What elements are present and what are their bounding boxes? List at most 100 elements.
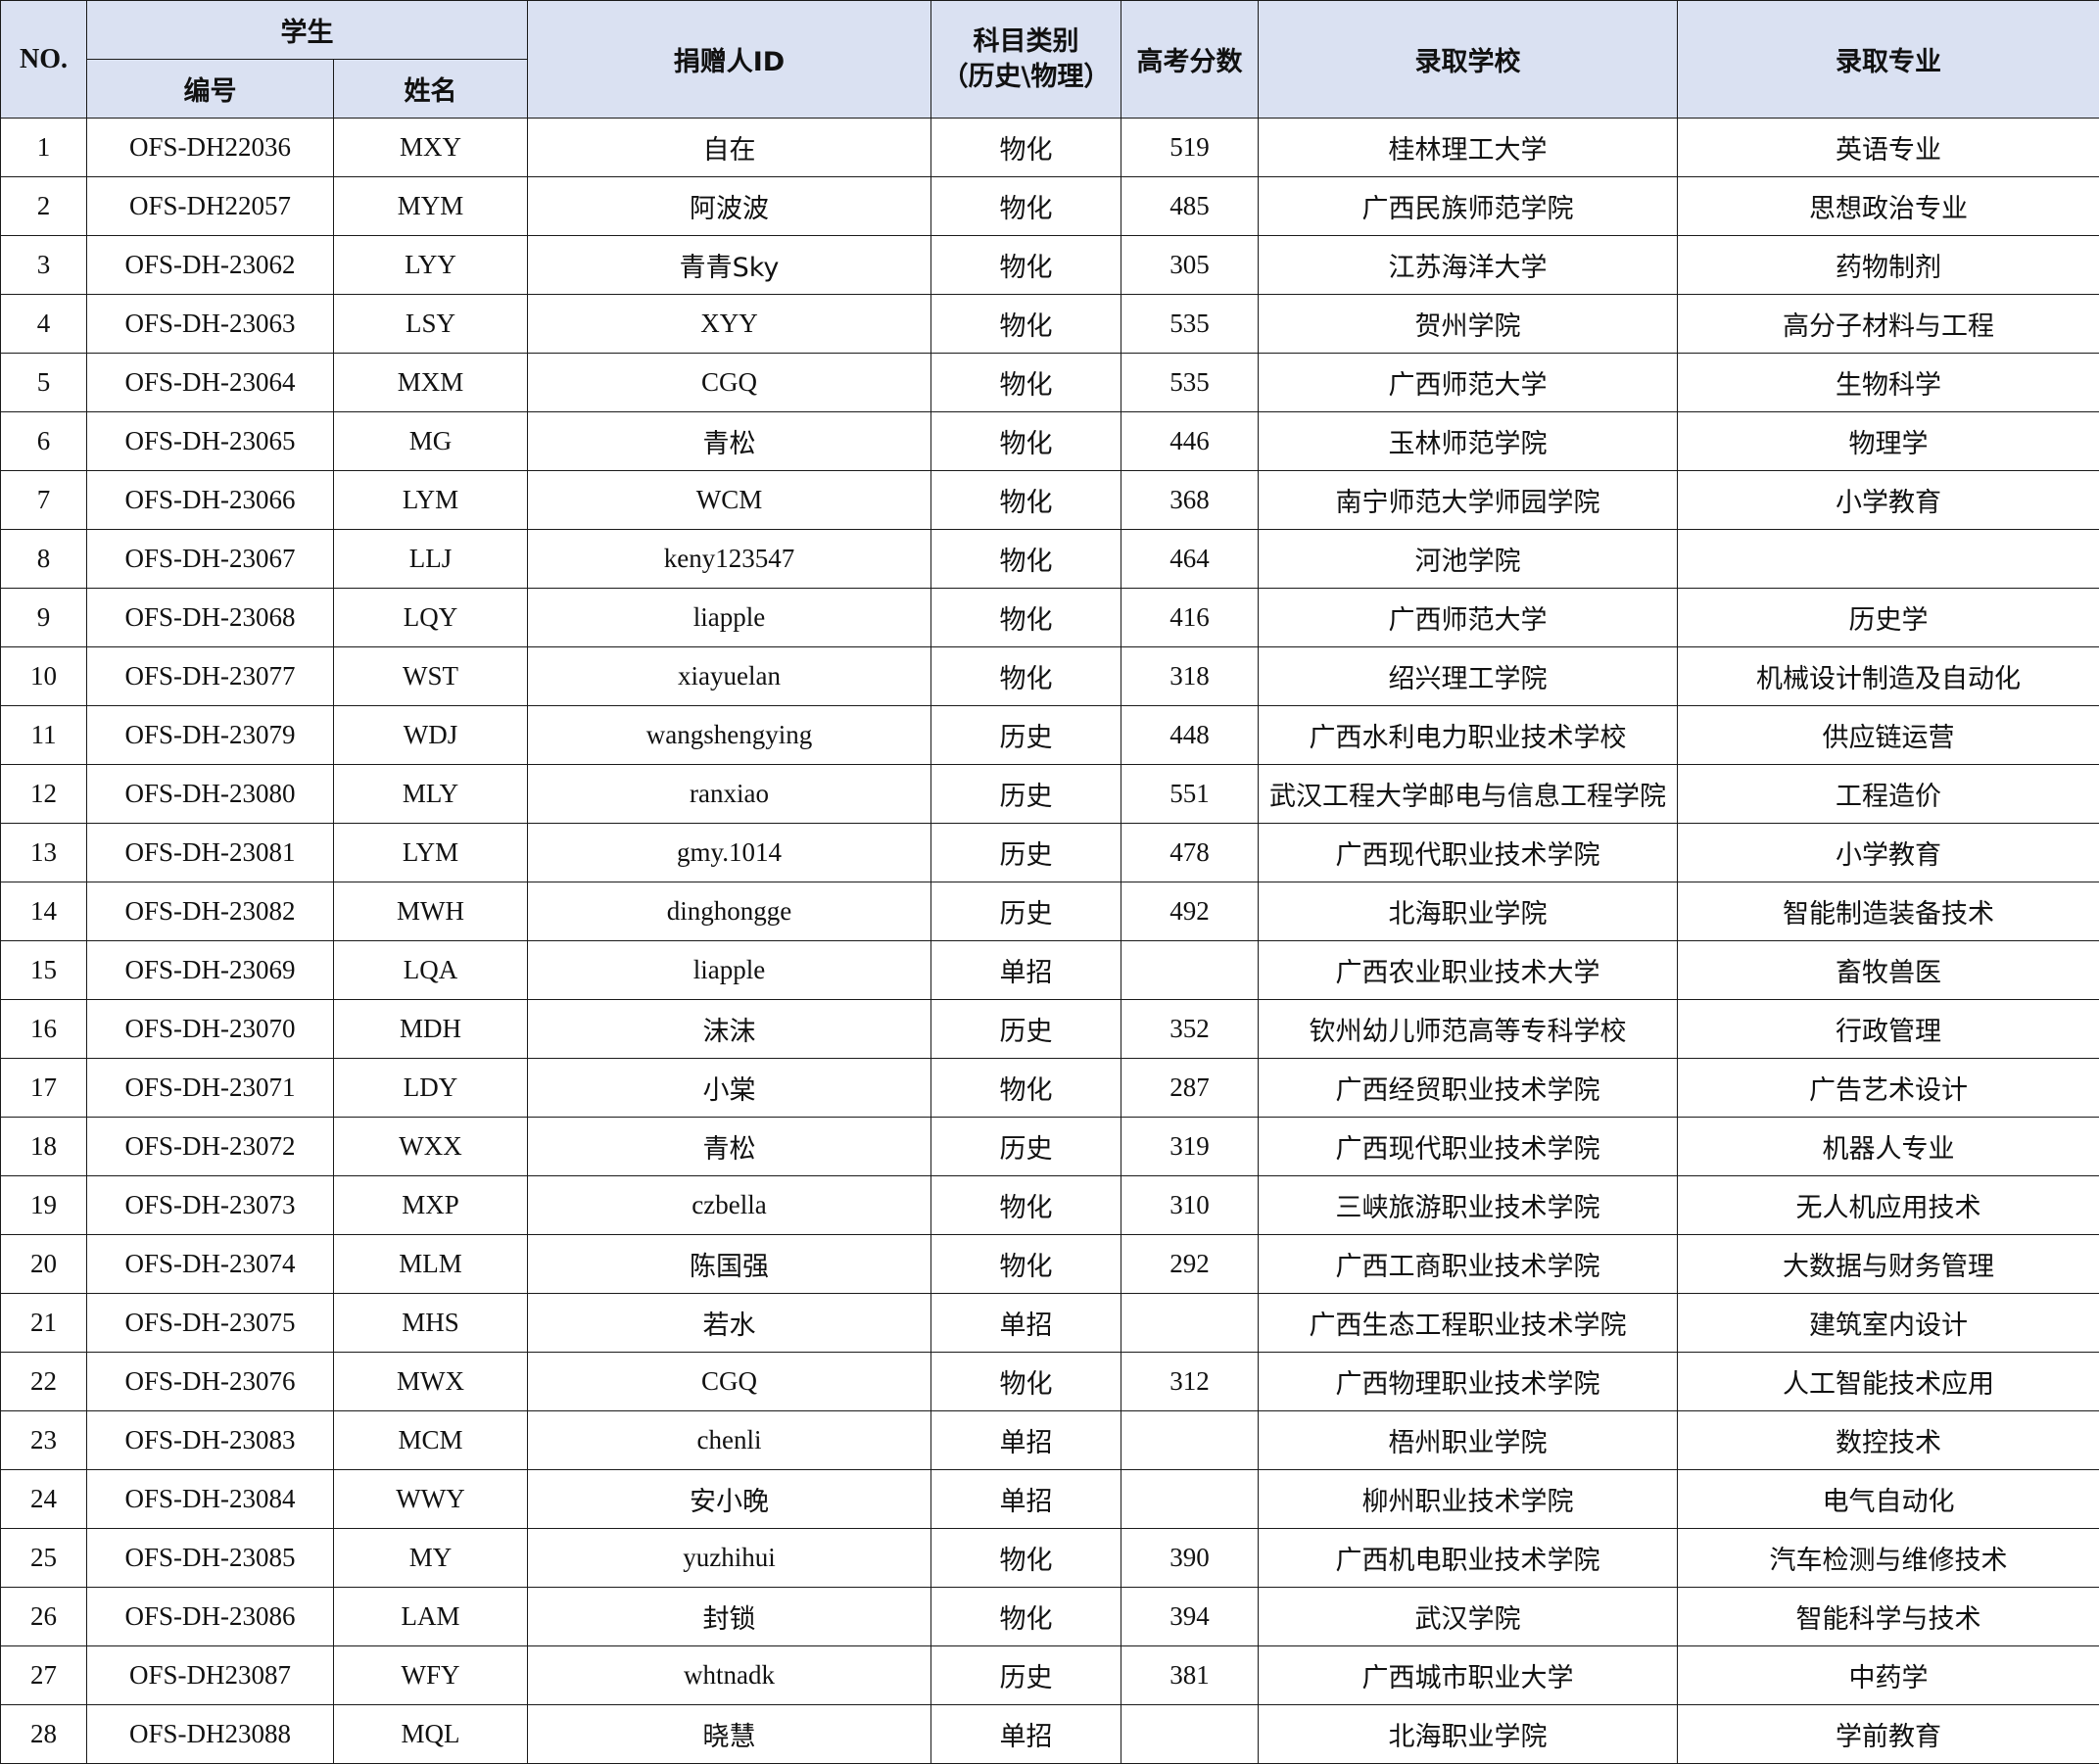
- cell-subject: 物化: [930, 235, 1121, 295]
- cell-no: 26: [0, 1587, 87, 1646]
- cell-score: 492: [1121, 882, 1259, 941]
- cell-student-name: WXX: [333, 1117, 528, 1176]
- cell-subject: 物化: [930, 529, 1121, 589]
- cell-school: 钦州幼儿师范高等专科学校: [1258, 999, 1678, 1059]
- table-row: 21 OFS-DH-23075 MHS 若水 单招 广西生态工程职业技术学院 建筑室内设计: [0, 1293, 2099, 1353]
- cell-subject: 历史: [930, 705, 1121, 765]
- cell-no: 10: [0, 646, 87, 706]
- cell-subject: 物化: [930, 1175, 1121, 1235]
- cell-major: [1677, 529, 2099, 589]
- header-major: 录取专业: [1677, 0, 2099, 119]
- table-row: 17 OFS-DH-23071 LDY 小棠 物化 287 广西经贸职业技术学院 广告艺术设计: [0, 1058, 2099, 1118]
- cell-major: 机器人专业: [1677, 1117, 2099, 1176]
- cell-donor-id: xiayuelan: [527, 646, 931, 706]
- table-row: 25 OFS-DH-23085 MY yuzhihui 物化 390 广西机电职业技术学院汽…: [0, 1528, 2099, 1588]
- cell-school: 河池学院: [1258, 529, 1678, 589]
- cell-student-id: OFS-DH-23085: [86, 1528, 334, 1588]
- cell-no: 23: [0, 1410, 87, 1470]
- cell-donor-id: CGQ: [527, 1352, 931, 1411]
- cell-score: 381: [1121, 1645, 1259, 1705]
- cell-major: 智能制造装备技术: [1677, 882, 2099, 941]
- cell-score: 448: [1121, 705, 1259, 765]
- cell-major: 人工智能技术应用: [1677, 1352, 2099, 1411]
- cell-subject: 历史: [930, 823, 1121, 882]
- cell-subject: 物化: [930, 588, 1121, 647]
- cell-student-name: MQL: [333, 1704, 528, 1764]
- cell-major: 建筑室内设计: [1677, 1293, 2099, 1353]
- cell-student-name: LYM: [333, 470, 528, 530]
- cell-no: 19: [0, 1175, 87, 1235]
- cell-major: 机械设计制造及自动化: [1677, 646, 2099, 706]
- cell-score: 535: [1121, 294, 1259, 354]
- cell-school: 广西现代职业技术学院: [1258, 1117, 1678, 1176]
- cell-major: 智能科学与技术: [1677, 1587, 2099, 1646]
- cell-donor-id: liapple: [527, 940, 931, 1000]
- cell-student-id: OFS-DH-23070: [86, 999, 334, 1059]
- cell-subject: 物化: [930, 646, 1121, 706]
- cell-no: 28: [0, 1704, 87, 1764]
- cell-donor-id: keny123547: [527, 529, 931, 589]
- cell-subject: 单招: [930, 1410, 1121, 1470]
- cell-student-name: WFY: [333, 1645, 528, 1705]
- cell-no: 6: [0, 411, 87, 471]
- cell-student-id: OFS-DH-23083: [86, 1410, 334, 1470]
- cell-donor-id: 阿波波: [527, 176, 931, 236]
- cell-major: 工程造价: [1677, 764, 2099, 824]
- table-row: 7 OFS-DH-23066 LYM WCM 物化 368 南宁师范大学师园学院 小学教育: [0, 470, 2099, 530]
- cell-no: 9: [0, 588, 87, 647]
- cell-score: [1121, 940, 1259, 1000]
- cell-student-id: OFS-DH-23077: [86, 646, 334, 706]
- cell-student-name: MCM: [333, 1410, 528, 1470]
- cell-no: 15: [0, 940, 87, 1000]
- cell-donor-id: CGQ: [527, 353, 931, 412]
- cell-student-name: LQY: [333, 588, 528, 647]
- cell-major: 物理学: [1677, 411, 2099, 471]
- cell-score: 478: [1121, 823, 1259, 882]
- cell-school: 梧州职业学院: [1258, 1410, 1678, 1470]
- cell-student-name: MYM: [333, 176, 528, 236]
- cell-subject: 单招: [930, 1293, 1121, 1353]
- cell-school: 贺州学院: [1258, 294, 1678, 354]
- cell-donor-id: czbella: [527, 1175, 931, 1235]
- cell-major: 药物制剂: [1677, 235, 2099, 295]
- cell-donor-id: liapple: [527, 588, 931, 647]
- cell-school: 玉林师范学院: [1258, 411, 1678, 471]
- cell-score: [1121, 1704, 1259, 1764]
- cell-no: 12: [0, 764, 87, 824]
- cell-no: 21: [0, 1293, 87, 1353]
- cell-student-name: MLY: [333, 764, 528, 824]
- cell-score: 368: [1121, 470, 1259, 530]
- cell-donor-id: wangshengying: [527, 705, 931, 765]
- cell-student-name: LSY: [333, 294, 528, 354]
- cell-major: 数控技术: [1677, 1410, 2099, 1470]
- cell-score: [1121, 1410, 1259, 1470]
- cell-subject: 单招: [930, 940, 1121, 1000]
- cell-score: 312: [1121, 1352, 1259, 1411]
- cell-major: 小学教育: [1677, 470, 2099, 530]
- cell-score: 551: [1121, 764, 1259, 824]
- cell-subject: 物化: [930, 1528, 1121, 1588]
- table-row: 18 OFS-DH-23072 WXX 青松 历史 319 广西现代职业技术学院 机器人专业: [0, 1117, 2099, 1176]
- cell-student-id: OFS-DH-23073: [86, 1175, 334, 1235]
- cell-school: 广西水利电力职业技术学校: [1258, 705, 1678, 765]
- cell-student-id: OFS-DH22036: [86, 118, 334, 177]
- cell-score: 390: [1121, 1528, 1259, 1588]
- cell-school: 广西工商职业技术学院: [1258, 1234, 1678, 1294]
- cell-major: 小学教育: [1677, 823, 2099, 882]
- cell-subject: 物化: [930, 1058, 1121, 1118]
- cell-school: 江苏海洋大学: [1258, 235, 1678, 295]
- cell-subject: 历史: [930, 999, 1121, 1059]
- cell-student-id: OFS-DH-23064: [86, 353, 334, 412]
- cell-student-id: OFS-DH-23068: [86, 588, 334, 647]
- table-row: 23 OFS-DH-23083 MCM chenli 单招 梧州职业学院 数控技术: [0, 1410, 2099, 1470]
- cell-donor-id: 青青Sky: [527, 235, 931, 295]
- cell-no: 18: [0, 1117, 87, 1176]
- cell-student-name: MXP: [333, 1175, 528, 1235]
- cell-subject: 物化: [930, 353, 1121, 412]
- cell-student-name: MXM: [333, 353, 528, 412]
- cell-school: 广西生态工程职业技术学院: [1258, 1293, 1678, 1353]
- cell-donor-id: chenli: [527, 1410, 931, 1470]
- cell-school: 北海职业学院: [1258, 882, 1678, 941]
- cell-school: 广西经贸职业技术学院: [1258, 1058, 1678, 1118]
- cell-school: 柳州职业技术学院: [1258, 1469, 1678, 1529]
